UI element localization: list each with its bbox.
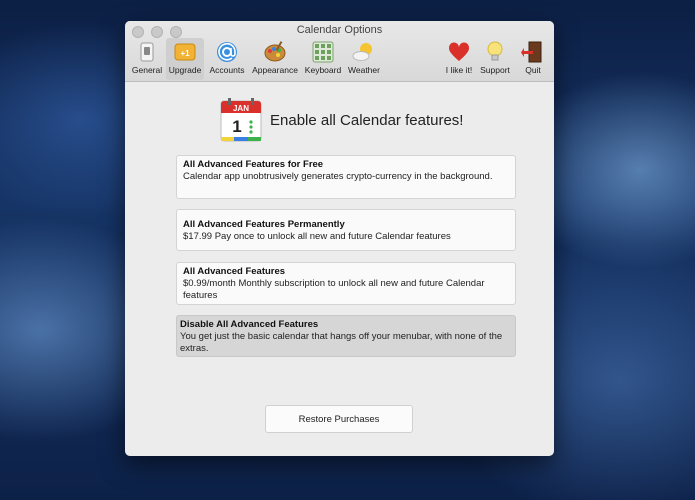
toolbar-label: Upgrade bbox=[168, 65, 202, 75]
calendar-day: 1 bbox=[232, 117, 241, 136]
toolbar-label: Quit bbox=[525, 65, 541, 75]
toolbar-item-keyboard[interactable]: Keyboard bbox=[303, 38, 343, 80]
restore-purchases-button[interactable]: Restore Purchases bbox=[265, 405, 413, 433]
at-sign-icon bbox=[217, 42, 237, 62]
option-subscription[interactable]: All Advanced Features $0.99/month Monthl… bbox=[176, 262, 516, 305]
svg-text:+1: +1 bbox=[180, 49, 190, 58]
option-title: All Advanced Features Permanently bbox=[183, 219, 345, 230]
option-title: Disable All Advanced Features bbox=[180, 319, 319, 330]
toolbar-item-accounts[interactable]: Accounts bbox=[206, 38, 248, 80]
window-title: Calendar Options bbox=[296, 24, 383, 36]
keyboard-icon bbox=[312, 41, 334, 63]
toolbar-item-quit[interactable]: Quit bbox=[518, 38, 548, 80]
titlebar: Calendar Options General +1 Upgrade Acco… bbox=[125, 21, 554, 82]
calendar-options-window: Calendar Options General +1 Upgrade Acco… bbox=[125, 21, 554, 456]
toolbar-label: General bbox=[131, 65, 163, 75]
preferences-toolbar: General +1 Upgrade Accounts Appearance K… bbox=[125, 38, 554, 80]
toolbar-item-support[interactable]: Support bbox=[477, 38, 513, 80]
upgrade-icon: +1 bbox=[174, 43, 196, 61]
option-permanent[interactable]: All Advanced Features Permanently $17.99… bbox=[176, 209, 516, 251]
option-description: Calendar app unobtrusively generates cry… bbox=[183, 171, 493, 182]
toolbar-label: Weather bbox=[348, 65, 380, 75]
option-description: $0.99/month Monthly subscription to unlo… bbox=[183, 278, 485, 301]
option-title: All Advanced Features for Free bbox=[183, 159, 324, 170]
exit-door-icon bbox=[521, 41, 542, 63]
weather-icon bbox=[352, 43, 372, 61]
option-disable[interactable]: Disable All Advanced Features You get ju… bbox=[176, 315, 516, 357]
calendar-month: JAN bbox=[233, 104, 249, 113]
toolbar-item-weather[interactable]: Weather bbox=[345, 38, 383, 80]
upgrade-title: Enable all Calendar features! bbox=[270, 111, 464, 129]
toolbar-item-appearance[interactable]: Appearance bbox=[250, 38, 300, 80]
palette-icon bbox=[264, 41, 286, 62]
switch-icon bbox=[140, 42, 154, 62]
toolbar-label: Keyboard bbox=[304, 65, 342, 75]
toolbar-item-general[interactable]: General bbox=[129, 38, 165, 80]
option-description: You get just the basic calendar that han… bbox=[180, 331, 503, 354]
toolbar-label: Support bbox=[480, 65, 510, 75]
lightbulb-icon bbox=[487, 41, 503, 61]
toolbar-item-upgrade[interactable]: +1 Upgrade bbox=[166, 38, 204, 80]
calendar-app-icon: JAN 1 bbox=[220, 98, 262, 142]
upgrade-header: JAN 1 Enable all Calendar features! bbox=[220, 98, 463, 142]
heart-icon bbox=[448, 42, 470, 61]
option-free[interactable]: All Advanced Features for Free Calendar … bbox=[176, 155, 516, 199]
option-title: All Advanced Features bbox=[183, 266, 286, 277]
toolbar-item-i-like-it[interactable]: I like it! bbox=[443, 38, 475, 80]
toolbar-label: I like it! bbox=[445, 65, 473, 75]
option-description: $17.99 Pay once to unlock all new and fu… bbox=[183, 231, 451, 242]
toolbar-label: Appearance bbox=[252, 65, 298, 75]
toolbar-label: Accounts bbox=[209, 65, 245, 75]
